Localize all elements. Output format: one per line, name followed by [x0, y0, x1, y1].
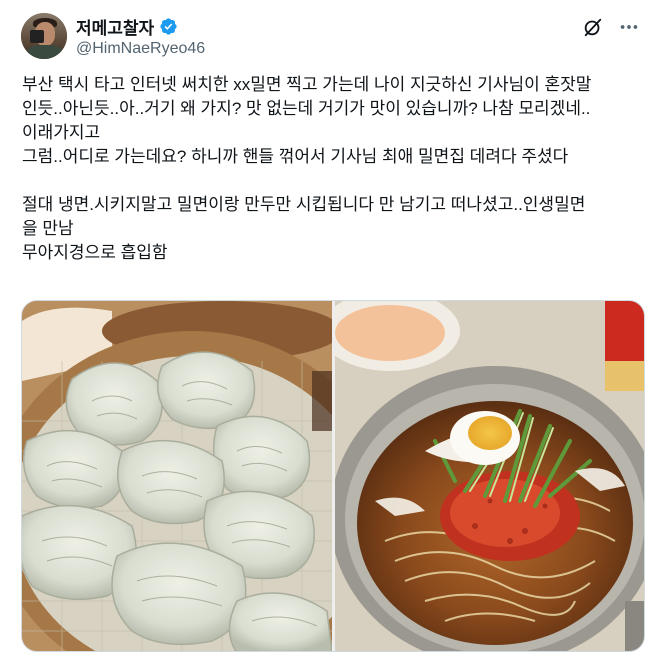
tweet-text: 부산 택시 타고 인터넷 써치한 xx밀면 찍고 가는데 나이 지긋하신 기사님… — [22, 73, 642, 265]
avatar[interactable] — [21, 13, 67, 59]
tweet-text-line: 을 만남 — [22, 219, 74, 238]
tweet-text-line: 무아지경으로 흡입함 — [22, 243, 168, 262]
more-icon[interactable] — [618, 16, 640, 38]
tweet-text-line: 절대 냉면.시키지말고 밀면이랑 만두만 시킵됩니다 만 남기고 떠나셨고..인… — [22, 195, 586, 214]
tweet-text-line: 이래가지고 — [22, 123, 101, 142]
media-grid — [21, 300, 645, 652]
verified-badge-icon — [160, 17, 177, 35]
author-display-name[interactable]: 저메고찰자 — [76, 14, 154, 39]
tweet-text-line: 인듯..아닌듯..아..거기 왜 가지? 맛 없는데 거기가 맛이 있습니까? … — [22, 99, 591, 118]
tweet-text-line: 그럼..어디로 가는데요? 하니까 핸들 꺾어서 기사님 최애 밀면집 데려다 … — [22, 147, 569, 166]
tweet-card: 저메고찰자 @HimNaeRyeo46 부산 택시 타고 인터넷 써치한 xx밀… — [0, 0, 660, 662]
author-name-row: 저메고찰자 — [76, 14, 178, 39]
header-actions — [582, 16, 640, 38]
author-handle[interactable]: @HimNaeRyeo46 — [76, 40, 205, 58]
tweet-text-line: 부산 택시 타고 인터넷 써치한 xx밀면 찍고 가는데 나이 지긋하신 기사님… — [22, 75, 592, 94]
dumplings-photo[interactable] — [22, 301, 332, 651]
milmyeon-photo[interactable] — [335, 301, 644, 651]
grok-icon[interactable] — [582, 16, 604, 38]
